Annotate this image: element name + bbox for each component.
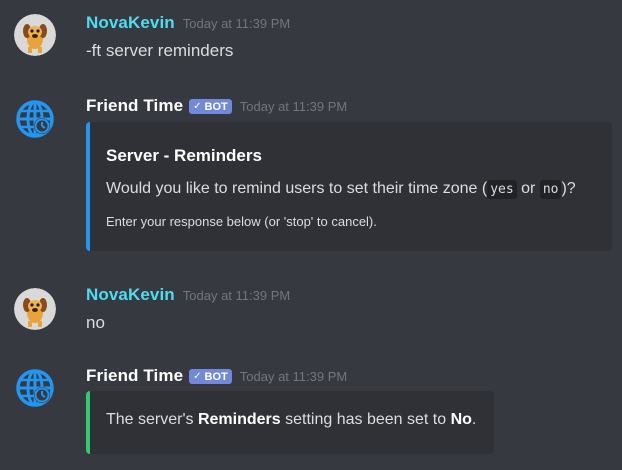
message-header: Friend Time ✓ BOT Today at 11:39 PM xyxy=(86,366,347,386)
setting-value: No xyxy=(450,411,472,428)
check-icon: ✓ xyxy=(193,371,202,382)
timestamp: Today at 11:39 PM xyxy=(182,288,291,303)
timestamp: Today at 11:39 PM xyxy=(239,369,348,384)
embed-description: Would you like to remind users to set th… xyxy=(106,180,576,199)
dog-avatar-icon[interactable] xyxy=(14,288,56,330)
message-text: no xyxy=(86,313,105,332)
embed-footer: Enter your response below (or 'stop' to … xyxy=(106,214,377,229)
globe-clock-avatar-icon[interactable] xyxy=(14,367,56,409)
message-header: NovaKevin Today at 11:39 PM xyxy=(86,285,290,305)
embed-description: The server's Reminders setting has been … xyxy=(106,411,476,429)
bot-tag: ✓ BOT xyxy=(189,369,232,384)
setting-name: Reminders xyxy=(197,411,281,428)
message-text: -ft server reminders xyxy=(86,41,234,60)
code-no: no xyxy=(539,180,562,199)
desc-or: or xyxy=(516,180,540,197)
desc-suffix: )? xyxy=(561,180,576,197)
dog-avatar-icon[interactable] xyxy=(14,14,56,56)
message-header: NovaKevin Today at 11:39 PM xyxy=(86,13,290,33)
bot-tag: ✓ BOT xyxy=(189,99,232,114)
code-yes: yes xyxy=(487,180,517,199)
bot-username[interactable]: Friend Time xyxy=(86,366,183,386)
globe-clock-avatar-icon[interactable] xyxy=(14,98,56,140)
check-icon: ✓ xyxy=(193,101,202,112)
chat-messages: NovaKevin Today at 11:39 PM -ft server r… xyxy=(0,0,622,470)
bot-tag-label: BOT xyxy=(204,100,228,113)
result-middle: setting has been set to xyxy=(280,411,451,428)
username[interactable]: NovaKevin xyxy=(86,13,175,33)
message-header: Friend Time ✓ BOT Today at 11:39 PM xyxy=(86,96,347,116)
bot-tag-label: BOT xyxy=(204,370,228,383)
timestamp: Today at 11:39 PM xyxy=(239,99,348,114)
desc-prefix: Would you like to remind users to set th… xyxy=(106,180,488,197)
bot-username[interactable]: Friend Time xyxy=(86,96,183,116)
username[interactable]: NovaKevin xyxy=(86,285,175,305)
embed-reminders-result: The server's Reminders setting has been … xyxy=(86,391,494,454)
embed-reminders-prompt: Server - Reminders Would you like to rem… xyxy=(86,122,612,251)
result-prefix: The server's xyxy=(106,411,198,428)
timestamp: Today at 11:39 PM xyxy=(182,16,291,31)
result-suffix: . xyxy=(471,411,477,428)
embed-title: Server - Reminders xyxy=(106,146,262,165)
